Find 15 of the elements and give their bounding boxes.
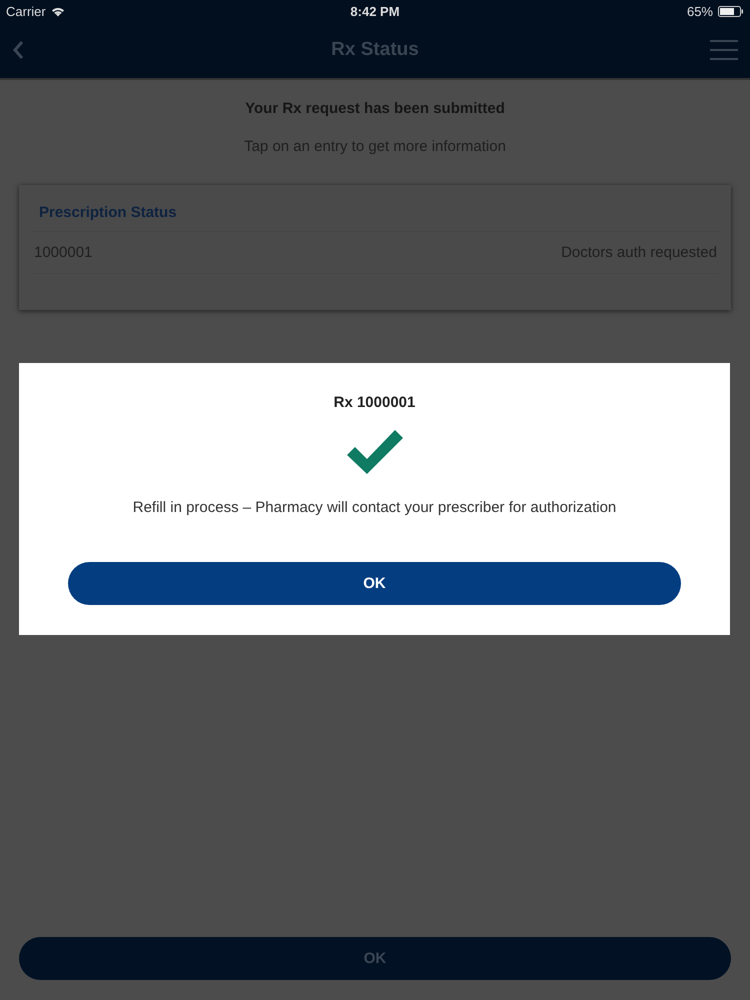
battery-percent: 65% (686, 4, 713, 18)
card-title: Prescription Status (31, 185, 719, 232)
ok-button[interactable]: OK (19, 937, 731, 980)
carrier-label: Carrier (6, 4, 46, 18)
dialog-message: Refill in process – Pharmacy will contact your prescriber for authorization (132, 499, 616, 516)
ok-button[interactable]: OK (68, 562, 681, 605)
menu-button[interactable] (708, 37, 740, 63)
wifi-icon (50, 6, 65, 16)
status-time: 8:42 PM (350, 4, 400, 18)
battery-icon (718, 6, 744, 16)
checkmark-icon (344, 427, 404, 477)
screen-title: Rx Status (331, 39, 419, 61)
back-button[interactable] (10, 38, 26, 62)
submitted-heading: Your Rx request has been submitted (245, 100, 505, 117)
dialog-title: Rx 1000001 (334, 394, 416, 411)
